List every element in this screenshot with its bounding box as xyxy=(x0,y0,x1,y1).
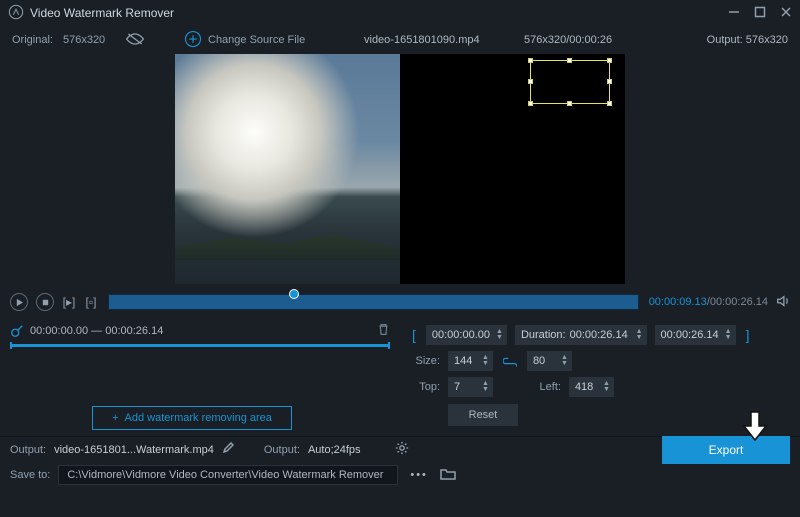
preview-output[interactable] xyxy=(400,54,625,284)
segment-row[interactable]: 00:00:00.00 — 00:00:26.14 xyxy=(10,320,390,342)
segments-panel: 00:00:00.00 — 00:00:26.14 + Add watermar… xyxy=(0,316,400,436)
set-out-button[interactable]: [▫] xyxy=(84,295,98,309)
output-row: Output: video-1651801...Watermark.mp4 Ou… xyxy=(0,436,800,462)
browse-save-button[interactable]: ••• xyxy=(406,469,432,481)
export-button[interactable]: Export xyxy=(662,436,790,464)
segment-range: 00:00:00.00 — 00:00:26.14 xyxy=(30,325,377,337)
add-area-button[interactable]: + Add watermark removing area xyxy=(92,406,292,430)
original-dim: 576x320 xyxy=(63,34,105,46)
top-label: Top: xyxy=(410,381,440,393)
stop-button[interactable] xyxy=(36,293,54,311)
output-settings-button[interactable] xyxy=(395,441,409,458)
set-in-button[interactable]: [▸] xyxy=(62,295,76,309)
save-to-label: Save to: xyxy=(10,469,50,481)
minimize-button[interactable] xyxy=(728,6,740,21)
playhead[interactable] xyxy=(289,289,299,299)
original-label: Original: xyxy=(12,34,53,46)
delete-segment-button[interactable] xyxy=(377,323,390,339)
add-area-label: Add watermark removing area xyxy=(125,412,272,424)
preview-original xyxy=(175,54,400,284)
time-current: 00:00:09.13 xyxy=(649,296,707,308)
change-source-label: Change Source File xyxy=(208,34,305,46)
selection-rect[interactable] xyxy=(530,60,610,104)
transport-row: [▸] [▫] 00:00:09.13/00:00:26.14 xyxy=(0,288,800,316)
output-dim-label: Output: xyxy=(707,34,743,46)
left-input[interactable]: 418▲▼ xyxy=(569,377,614,397)
info-row: Original: 576x320 Change Source File vid… xyxy=(0,26,800,54)
preview-area xyxy=(0,54,800,288)
output-file-label: Output: xyxy=(10,444,46,456)
output-dim: 576x320 xyxy=(746,34,788,46)
source-dim-duration: 576x320/00:00:26 xyxy=(524,34,664,46)
change-source-button[interactable]: Change Source File xyxy=(184,30,344,51)
down-arrow-icon xyxy=(740,410,770,445)
timeline-track[interactable] xyxy=(108,294,639,310)
play-button[interactable] xyxy=(10,293,28,311)
app-title: Video Watermark Remover xyxy=(30,6,174,20)
plus-circle-icon xyxy=(184,30,202,51)
edit-output-name-button[interactable] xyxy=(222,442,234,457)
maximize-button[interactable] xyxy=(754,6,766,21)
bracket-open-icon[interactable]: [ xyxy=(410,327,418,343)
link-wh-icon[interactable] xyxy=(501,355,519,367)
duration-input[interactable]: Duration:00:00:26.14▲▼ xyxy=(515,325,647,345)
left-label: Left: xyxy=(531,381,561,393)
top-input[interactable]: 7▲▼ xyxy=(448,377,493,397)
segment-bar[interactable] xyxy=(10,344,390,347)
time-total: 00:00:26.14 xyxy=(710,296,768,308)
titlebar: Video Watermark Remover xyxy=(0,0,800,26)
volume-button[interactable] xyxy=(776,294,790,311)
open-folder-button[interactable] xyxy=(440,467,456,483)
segment-icon xyxy=(10,324,24,338)
save-path-field[interactable]: C:\Vidmore\Vidmore Video Converter\Video… xyxy=(58,465,398,485)
reset-button[interactable]: Reset xyxy=(448,404,518,426)
output-settings-value: Auto;24fps xyxy=(308,444,361,456)
size-h-input[interactable]: 80▲▼ xyxy=(527,351,572,371)
size-w-input[interactable]: 144▲▼ xyxy=(448,351,493,371)
end-time-input[interactable]: 00:00:26.14▲▼ xyxy=(655,325,736,345)
compare-toggle-icon[interactable] xyxy=(125,32,145,49)
output-filename: video-1651801...Watermark.mp4 xyxy=(54,444,214,456)
bracket-close-icon[interactable]: ] xyxy=(744,327,752,343)
close-button[interactable] xyxy=(780,6,792,21)
output-settings-label: Output: xyxy=(264,444,300,456)
size-label: Size: xyxy=(410,355,440,367)
lower-panels: 00:00:00.00 — 00:00:26.14 + Add watermar… xyxy=(0,316,800,436)
plus-icon: + xyxy=(112,412,118,424)
app-logo-icon xyxy=(8,4,24,23)
start-time-input[interactable]: 00:00:00.00▲▼ xyxy=(426,325,507,345)
save-row: Save to: C:\Vidmore\Vidmore Video Conver… xyxy=(0,462,800,488)
source-filename: video-1651801090.mp4 xyxy=(364,34,524,46)
